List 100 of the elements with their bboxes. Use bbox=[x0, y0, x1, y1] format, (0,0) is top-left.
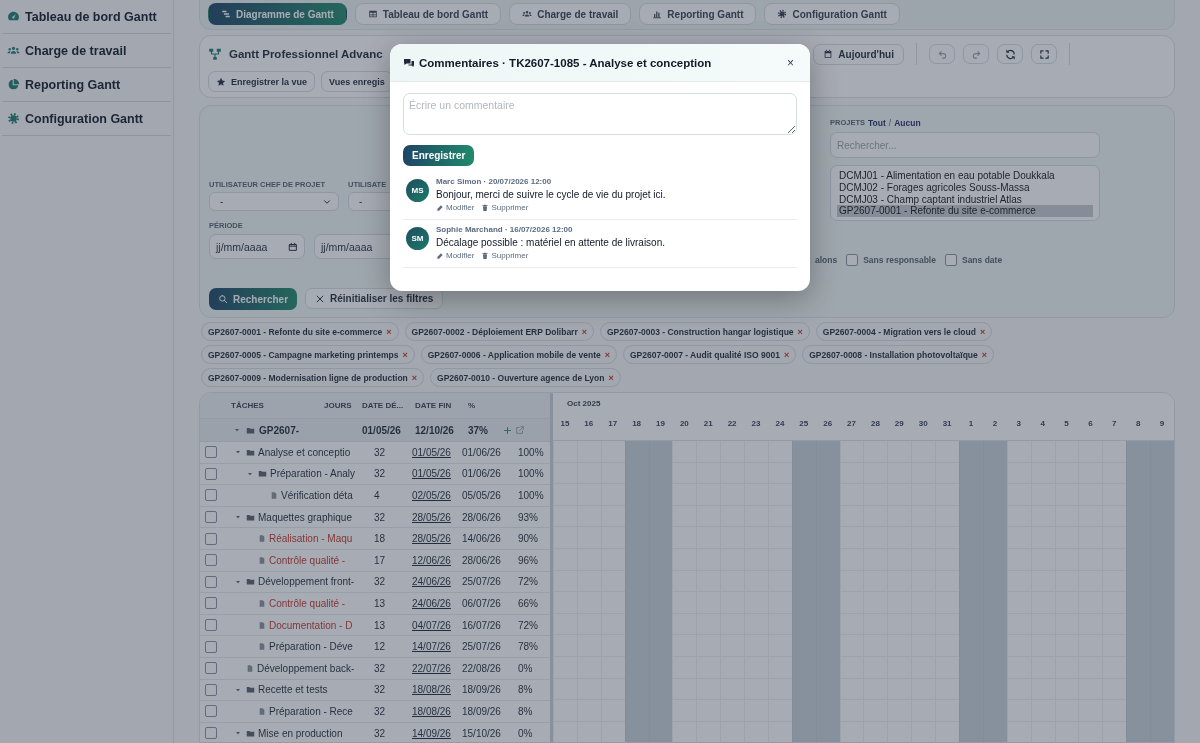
task-name[interactable]: Analyse et conceptio bbox=[258, 446, 351, 458]
comment-action-link[interactable]: Supprimer bbox=[481, 251, 529, 260]
task-name[interactable]: Développement back- bbox=[257, 662, 355, 674]
date-link[interactable]: 04/07/26 bbox=[412, 619, 451, 631]
remove-chip-button[interactable]: × bbox=[581, 326, 587, 337]
project-option[interactable]: GP2607-0001 - Refonte du site e-commerce bbox=[837, 205, 1093, 218]
comment-text: Décalage possible : matériel en attente de livraison. bbox=[436, 237, 666, 248]
date-link[interactable]: 12/06/26 bbox=[412, 554, 451, 566]
sidebar-item[interactable]: Charge de travail bbox=[2, 34, 171, 68]
date-link[interactable]: 28/05/26 bbox=[412, 533, 451, 545]
day-label: 21 bbox=[702, 418, 714, 428]
view-button[interactable]: Vues enregis bbox=[321, 71, 393, 92]
tab[interactable]: Charge de travail bbox=[509, 3, 632, 25]
task-name[interactable]: Contrôle qualité - bbox=[269, 597, 346, 609]
table-cell-text: 18/09/26 bbox=[462, 684, 502, 696]
tab[interactable]: Tableau de bord Gantt bbox=[354, 3, 502, 25]
save-button[interactable]: Enregistrer bbox=[403, 145, 475, 166]
comment-action-link[interactable]: Supprimer bbox=[481, 203, 529, 212]
select-none-link[interactable]: Aucun bbox=[894, 118, 921, 128]
table-cell-text: 14/06/26 bbox=[462, 533, 502, 545]
date-link[interactable]: 02/05/26 bbox=[412, 490, 451, 501]
day-label: 19 bbox=[655, 418, 666, 428]
day-label: 23 bbox=[750, 418, 762, 428]
close-button[interactable]: × bbox=[784, 55, 797, 70]
remove-chip-button[interactable]: × bbox=[783, 349, 790, 360]
project-option[interactable]: DCMJ02 - Forages agricoles Souss-Massa bbox=[837, 181, 1093, 194]
task-name[interactable]: Recette et tests bbox=[258, 684, 328, 696]
chip-label: GP2607-0004 - Migration vers le cloud bbox=[822, 326, 976, 337]
task-name[interactable]: Développement front- bbox=[258, 576, 355, 588]
table-cell-text: 72% bbox=[517, 619, 539, 631]
day-label: 7 bbox=[1111, 418, 1118, 428]
table-cell-text: 18 bbox=[374, 533, 387, 545]
project-search-field[interactable]: Rechercher... bbox=[830, 132, 1100, 158]
task-name[interactable]: Préparation - Rece bbox=[269, 705, 353, 717]
comment-input-field[interactable]: Écrire un commentaire bbox=[403, 93, 797, 135]
date-link[interactable]: 24/06/26 bbox=[412, 597, 451, 609]
task-name[interactable]: Mise en production bbox=[258, 727, 343, 739]
remove-chip-button[interactable]: × bbox=[797, 326, 803, 337]
project-option[interactable]: DCMJ03 - Champ captant industriel Atlas bbox=[837, 193, 1093, 206]
today-button[interactable]: Aujourd'hui bbox=[813, 43, 904, 65]
remove-chip-button[interactable]: × bbox=[979, 326, 986, 337]
remove-chip-button[interactable]: × bbox=[604, 349, 610, 360]
task-name[interactable]: Préparation - Déve bbox=[269, 641, 353, 653]
day-label: 29 bbox=[893, 418, 905, 428]
comment-action-link[interactable]: Modifier bbox=[436, 251, 475, 260]
table-cell-text: 28/06/26 bbox=[462, 554, 502, 566]
chip-label: GP2607-0001 - Refonte du site e-commerce bbox=[208, 326, 383, 337]
day-label: 26 bbox=[822, 418, 834, 428]
day-label: 5 bbox=[1063, 418, 1070, 428]
table-cell-text: 32 bbox=[374, 662, 387, 674]
date-link[interactable]: 01/05/26 bbox=[412, 446, 451, 458]
project-option[interactable]: DCMJ01 - Alimentation en eau potable Doukkala bbox=[837, 170, 1093, 182]
day-label: 22 bbox=[726, 418, 738, 428]
day-label: 27 bbox=[846, 418, 857, 428]
table-cell-text: 17 bbox=[374, 554, 387, 566]
table-cell-text: 25/07/26 bbox=[462, 641, 502, 653]
day-label: 16 bbox=[583, 418, 595, 428]
task-name[interactable]: Documentation - D bbox=[269, 619, 353, 631]
date-link[interactable]: 14/07/26 bbox=[412, 641, 451, 653]
date-link[interactable]: 18/08/26 bbox=[412, 705, 451, 717]
sidebar-item[interactable]: Configuration Gantt bbox=[2, 102, 171, 136]
task-name[interactable]: Contrôle qualité - bbox=[269, 554, 346, 566]
date-link[interactable]: 14/09/26 bbox=[412, 727, 451, 739]
table-cell-text: 96% bbox=[517, 554, 539, 566]
tab[interactable]: Diagramme de Gantt bbox=[208, 3, 347, 25]
date-link[interactable]: 22/07/26 bbox=[412, 662, 451, 674]
checkbox-label: Sans responsable bbox=[863, 255, 936, 266]
date-link[interactable]: 18/08/26 bbox=[412, 684, 451, 696]
remove-chip-button[interactable]: × bbox=[411, 372, 418, 383]
comment-meta: Sophie Marchand · 16/07/2026 12:00 bbox=[436, 225, 574, 234]
day-label: 25 bbox=[798, 418, 810, 428]
remove-chip-button[interactable]: × bbox=[608, 372, 614, 383]
task-name[interactable]: Préparation - Analy bbox=[270, 468, 356, 480]
remove-chip-button[interactable]: × bbox=[981, 349, 988, 360]
task-name[interactable]: Vérification déta bbox=[281, 490, 353, 501]
table-cell-text: 25/07/26 bbox=[462, 576, 502, 588]
select-field[interactable]: - bbox=[209, 192, 339, 211]
tab[interactable]: Reporting Gantt bbox=[639, 3, 757, 25]
remove-chip-button[interactable]: × bbox=[402, 349, 408, 360]
table-cell-text: 13 bbox=[374, 597, 387, 609]
date-link[interactable]: 01/05/26 bbox=[412, 468, 451, 480]
tab[interactable]: Configuration Gantt bbox=[764, 3, 900, 25]
task-name[interactable]: Maquettes graphique bbox=[258, 511, 352, 523]
table-cell-text: 32 bbox=[374, 511, 387, 523]
day-label: 28 bbox=[869, 418, 881, 428]
reset-filters-button[interactable]: Réinitialiser les filtres bbox=[305, 288, 444, 309]
chip-label: GP2607-0002 - Déploiement ERP Dolibarr bbox=[411, 326, 578, 337]
task-name[interactable]: Réalisation - Maqu bbox=[269, 533, 353, 545]
date-field[interactable]: jj/mm/aaaa bbox=[209, 234, 305, 259]
select-all-link[interactable]: Tout bbox=[868, 118, 886, 128]
date-link[interactable]: 28/05/26 bbox=[412, 511, 451, 523]
remove-chip-button[interactable]: × bbox=[386, 326, 392, 337]
sidebar-item[interactable]: Reporting Gantt bbox=[2, 68, 171, 102]
comment-action-link[interactable]: Modifier bbox=[436, 203, 475, 212]
date-link[interactable]: 24/06/26 bbox=[412, 576, 451, 588]
view-button[interactable]: Enregistrer la vue bbox=[208, 71, 316, 92]
project-listbox[interactable]: DCMJ01 - Alimentation en eau potable Doukkala DCMJ02 - Forages agricoles Souss-Massa DCMJ03 - Champ captant industriel Atlas GP2607-0001 - Refonte du site e-commerce bbox=[830, 165, 1100, 222]
dialog-title: Commentaires · TK2607-1085 - Analyse et conception bbox=[419, 56, 712, 69]
sidebar-item[interactable]: Tableau de bord Gantt bbox=[2, 0, 171, 34]
search-button[interactable]: Rechercher bbox=[209, 288, 298, 310]
